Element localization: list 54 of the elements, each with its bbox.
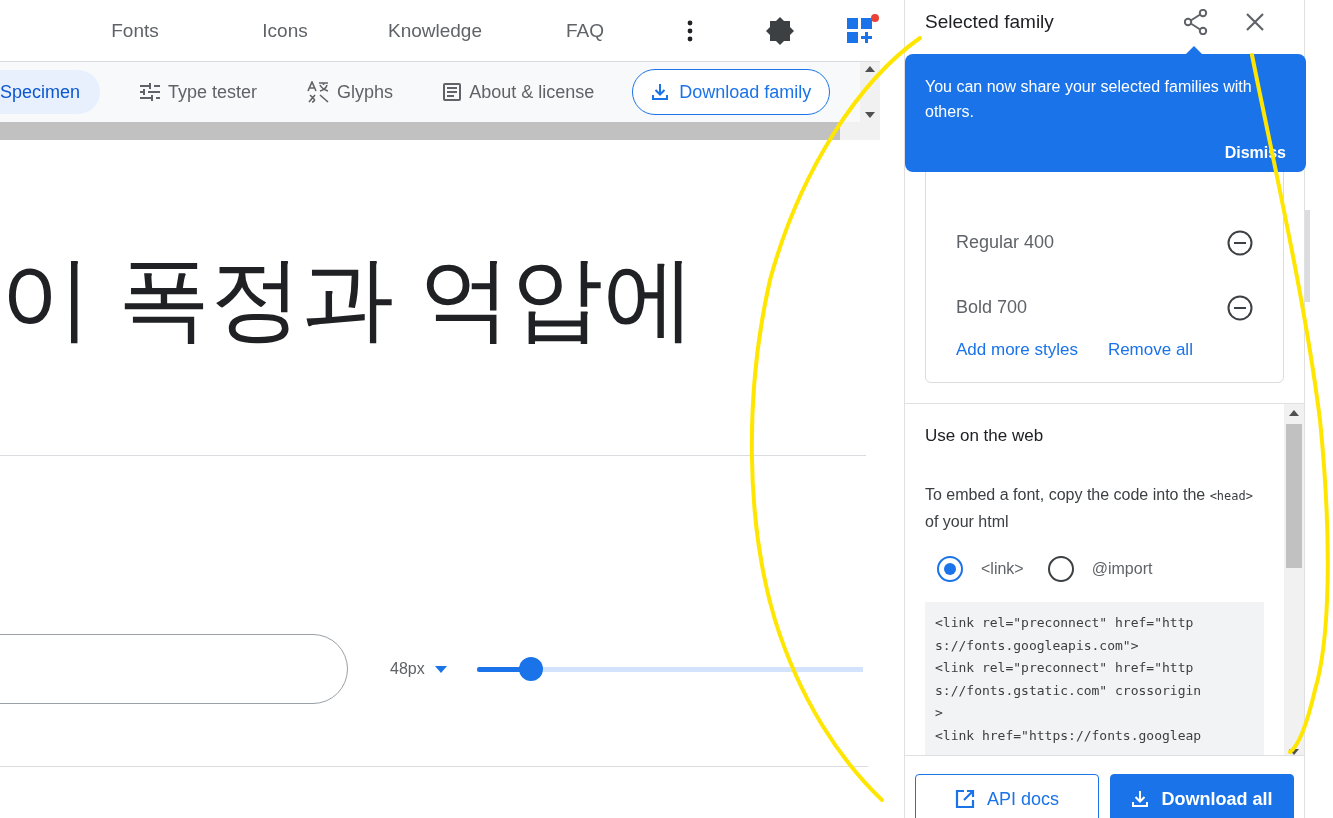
close-icon[interactable] — [1246, 13, 1264, 31]
scrollbar-thumb[interactable] — [1286, 424, 1302, 568]
scroll-up-arrow[interactable] — [1289, 410, 1299, 416]
code-line: s://fonts.gstatic.com" crossorigin — [935, 681, 1203, 700]
style-label: Bold 700 — [956, 297, 1028, 318]
preview-text-field[interactable] — [0, 634, 348, 704]
caret-icon — [434, 665, 447, 673]
radio-button[interactable] — [1047, 556, 1074, 582]
code-line: <link rel="preconnect" href="http — [935, 614, 1195, 632]
code-line: s://fonts.googleapis.com"> — [935, 636, 1140, 655]
embed-instructions: To embed a font, copy the code into the <head> of your html — [925, 485, 1254, 532]
slider-thumb[interactable] — [518, 657, 543, 681]
font-size-select[interactable]: 48px — [390, 658, 447, 680]
radio-button[interactable] — [937, 556, 963, 582]
more-icon[interactable] — [687, 19, 693, 42]
document-icon — [443, 83, 462, 101]
external-link-icon — [954, 789, 975, 809]
preview-text: 이 폭정과 억압에 — [0, 251, 696, 344]
scroll-down-arrow[interactable] — [1289, 749, 1299, 755]
panel-title: Selected family — [925, 11, 1055, 33]
download-icon — [1131, 790, 1150, 808]
apps-add-icon[interactable] — [847, 13, 879, 44]
code-line: > — [935, 704, 944, 722]
download-all-button[interactable]: Download all — [1110, 774, 1294, 818]
scroll-up-arrow[interactable] — [865, 66, 875, 72]
remove-style-icon[interactable] — [1227, 294, 1253, 321]
remove-all-link[interactable]: Remove all — [1107, 340, 1193, 360]
nav-link[interactable]: FAQ — [510, 19, 660, 42]
scrollbar-thumb[interactable] — [0, 122, 840, 140]
style-label: Regular 400 — [956, 232, 1055, 253]
tab[interactable]: Glyphs — [287, 70, 414, 114]
nav-link[interactable]: Knowledge — [360, 19, 510, 42]
scrollbar-thumb[interactable] — [1305, 210, 1310, 302]
nav-link[interactable]: Fonts — [60, 19, 210, 42]
tab[interactable]: Specimen — [0, 70, 101, 114]
theme-icon[interactable] — [766, 16, 794, 45]
embed-option[interactable]: @import — [1047, 556, 1153, 582]
api-docs-button[interactable]: API docs — [915, 774, 1099, 818]
remove-style-icon[interactable] — [1227, 229, 1253, 256]
tab[interactable]: About & license — [423, 70, 615, 114]
tab[interactable]: Type tester — [120, 70, 278, 114]
nav-link[interactable]: Icons — [210, 19, 360, 42]
glyphs-icon — [307, 81, 330, 103]
code-line: <link href="https://fonts.googleap — [935, 726, 1203, 745]
add-more-styles-link[interactable]: Add more styles — [956, 340, 1078, 360]
download-family-button[interactable]: Download family — [632, 69, 831, 115]
tooltip-text: You can now share your selected families with others. — [925, 77, 1253, 122]
scroll-down-arrow[interactable] — [865, 112, 875, 118]
share-icon[interactable] — [1184, 9, 1208, 35]
download-icon — [651, 83, 670, 101]
embed-option[interactable]: <link> — [937, 556, 1024, 582]
section-heading: Use on the web — [925, 426, 1045, 446]
code-line: <link rel="preconnect" href="http — [935, 659, 1195, 677]
sliders-icon — [140, 83, 161, 101]
